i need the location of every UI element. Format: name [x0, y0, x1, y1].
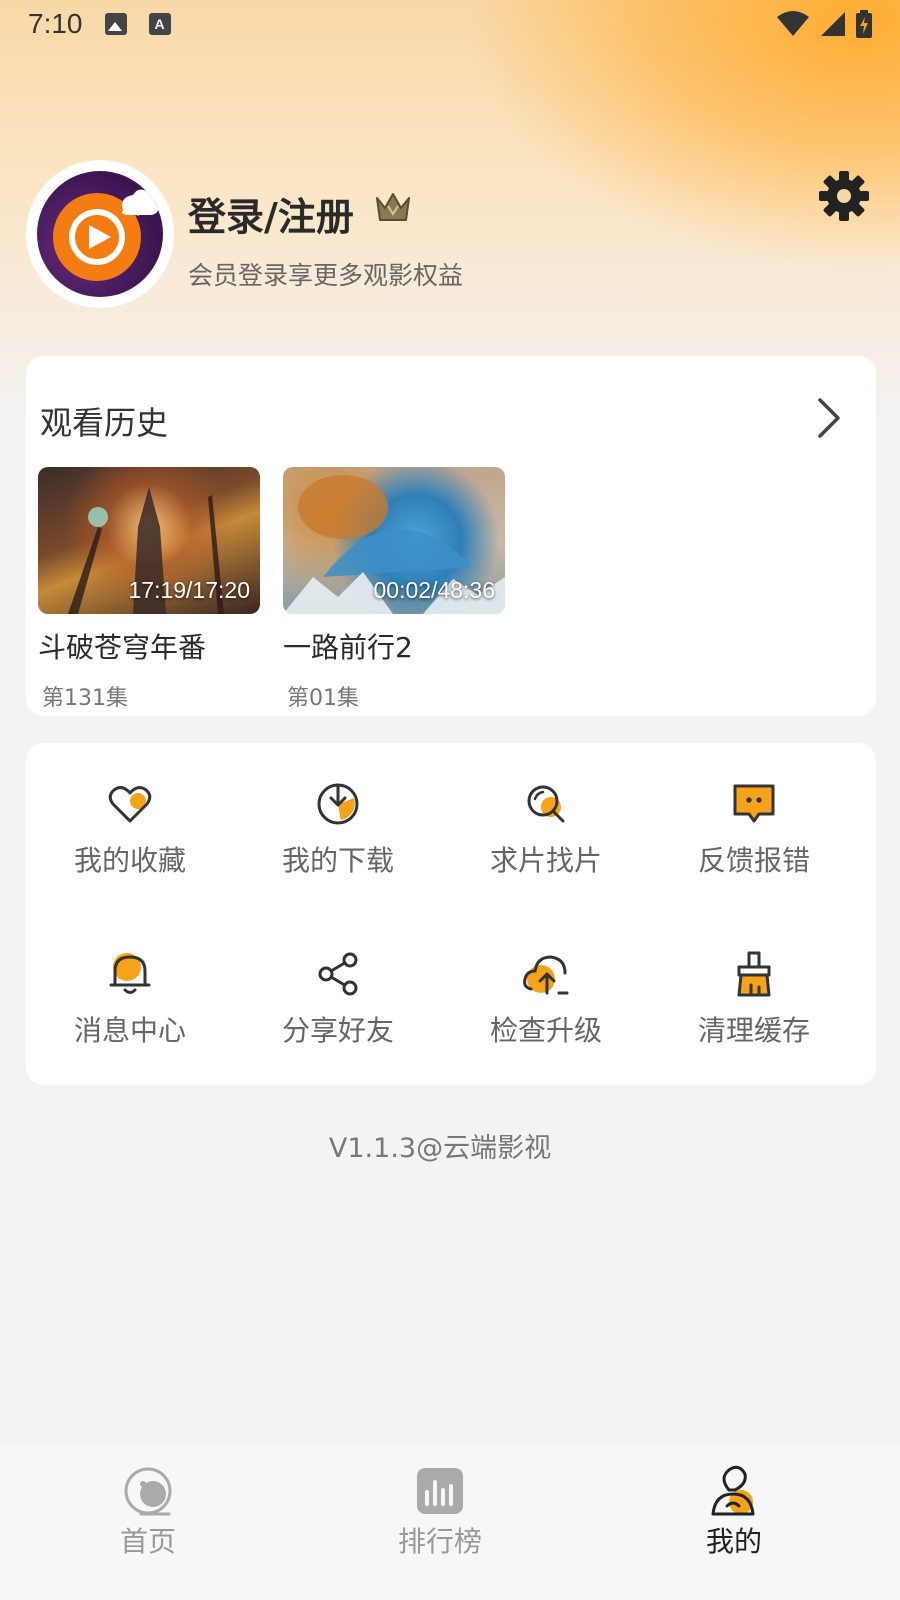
watch-history-card: 观看历史 17:19/17:20 斗破苍穹年番 第131集 00:02/48:3… [26, 356, 876, 716]
menu-item-label: 消息中心 [73, 1014, 186, 1047]
menu-item-request[interactable]: 求片找片 [442, 743, 650, 883]
menu-item-update[interactable]: 检查升级 [442, 913, 650, 1053]
history-item-title: 一路前行2 [283, 631, 413, 664]
history-item-episode: 第01集 [287, 686, 359, 711]
chart-icon [417, 1468, 463, 1514]
profile-header[interactable]: 登录/注册 会员登录享更多观影权益 [26, 160, 876, 310]
history-item-episode: 第131集 [42, 686, 128, 711]
history-thumbnail[interactable]: 17:19/17:20 [38, 467, 260, 614]
menu-item-label: 清理缓存 [697, 1014, 810, 1047]
nav-label: 首页 [119, 1525, 176, 1558]
signal-icon [821, 12, 845, 36]
version-text: V1.1.3@云端影视 [328, 1133, 552, 1164]
nav-label: 我的 [705, 1525, 762, 1558]
history-progress: 17:19/17:20 [128, 577, 250, 603]
history-thumbnail[interactable]: 00:02/48:36 [283, 467, 505, 614]
chevron-right-icon[interactable] [808, 396, 848, 440]
heart-icon [108, 786, 152, 823]
menu-item-label: 分享好友 [281, 1014, 394, 1047]
gear-icon[interactable] [818, 170, 870, 222]
broom-icon [737, 951, 771, 997]
status-bar: 7:10 A [0, 0, 900, 48]
menu-item-favorites[interactable]: 我的收藏 [26, 743, 234, 883]
menu-item-messages[interactable]: 消息中心 [26, 913, 234, 1053]
battery-icon [856, 10, 872, 38]
nav-label: 排行榜 [397, 1525, 482, 1558]
function-grid: 我的收藏 我的下载 求片找片 反馈报错 消息中心 分享好友 检查升级 清理缓存 [26, 743, 876, 1085]
bottom-nav: 首页 排行榜 我的 [0, 1446, 900, 1600]
avatar[interactable] [26, 160, 174, 308]
history-item-title: 斗破苍穹年番 [38, 631, 207, 664]
image-icon [104, 13, 127, 35]
menu-item-clear-cache[interactable]: 清理缓存 [650, 913, 858, 1053]
search-icon [527, 785, 565, 823]
menu-item-label: 反馈报错 [697, 844, 810, 877]
nav-item-mine[interactable]: 我的 [634, 1464, 834, 1560]
profile-icon [711, 1465, 755, 1516]
menu-item-feedback[interactable]: 反馈报错 [650, 743, 858, 883]
nav-item-ranking[interactable]: 排行榜 [340, 1464, 540, 1560]
menu-item-share[interactable]: 分享好友 [234, 913, 442, 1053]
history-item[interactable]: 00:02/48:36 一路前行2 第01集 [283, 467, 505, 712]
feedback-icon [733, 784, 775, 823]
avatar-logo [37, 171, 163, 297]
download-icon [317, 783, 359, 825]
cloud-upload-icon [523, 955, 569, 995]
login-title[interactable]: 登录/注册 [188, 186, 354, 241]
menu-item-label: 检查升级 [489, 1014, 602, 1047]
menu-item-downloads[interactable]: 我的下载 [234, 743, 442, 883]
login-subtitle: 会员登录享更多观影权益 [188, 261, 464, 290]
bell-icon [109, 953, 151, 994]
nav-item-home[interactable]: 首页 [48, 1464, 248, 1560]
menu-item-label: 求片找片 [489, 844, 602, 877]
wifi-icon [777, 11, 809, 36]
home-icon [124, 1467, 172, 1516]
history-title: 观看历史 [40, 404, 169, 442]
status-time: 7:10 [28, 8, 83, 39]
crown-icon [376, 193, 410, 221]
text-a-icon: A [148, 13, 171, 35]
share-icon [318, 952, 358, 996]
history-item[interactable]: 17:19/17:20 斗破苍穹年番 第131集 [38, 467, 260, 712]
menu-item-label: 我的下载 [281, 844, 394, 877]
history-progress: 00:02/48:36 [373, 577, 495, 603]
menu-item-label: 我的收藏 [73, 844, 186, 877]
